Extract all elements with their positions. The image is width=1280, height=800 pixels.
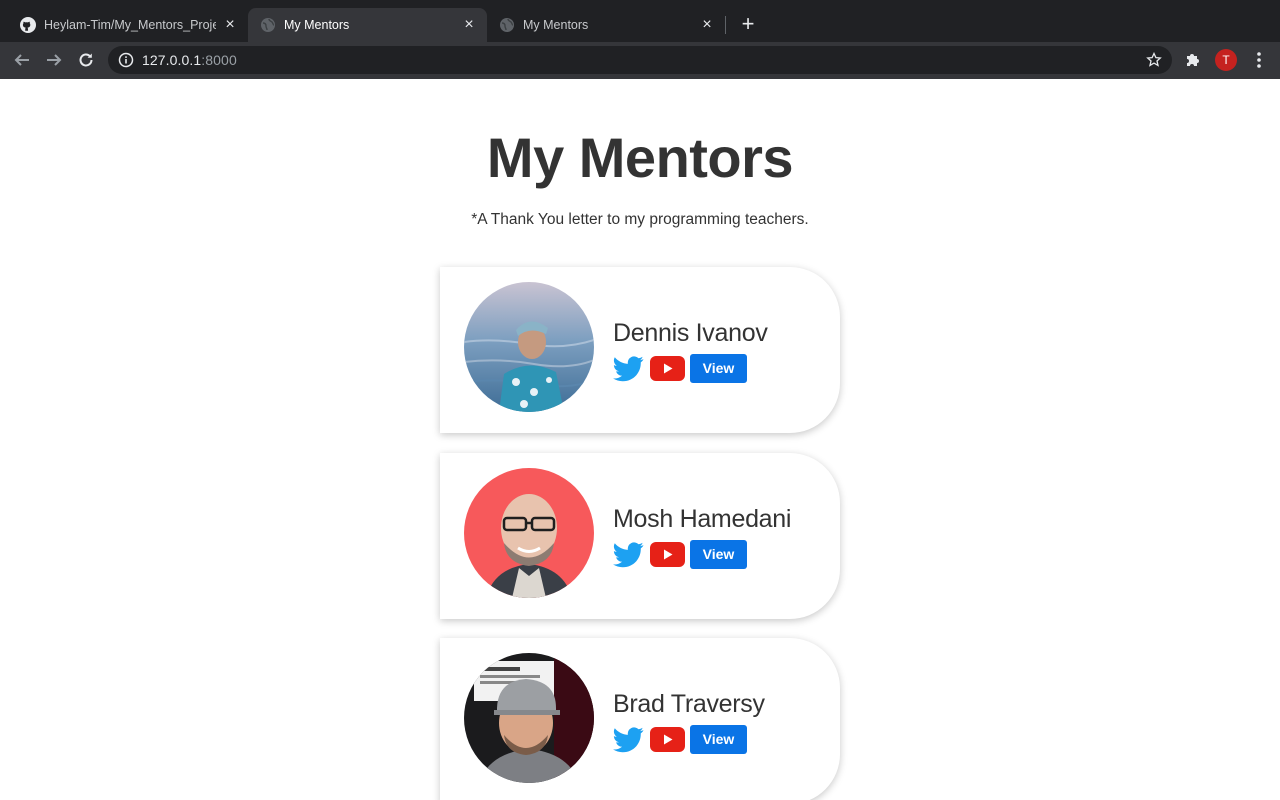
twitter-icon[interactable] [613, 355, 644, 383]
page-subtitle: *A Thank You letter to my programming te… [471, 211, 809, 228]
tab-title: My Mentors [523, 18, 589, 32]
twitter-icon[interactable] [613, 541, 644, 569]
mentor-photo [464, 282, 594, 412]
close-icon[interactable]: × [461, 17, 477, 33]
browser-toolbar: 127.0.0.1:8000 T [0, 42, 1280, 79]
tab-title: My Mentors [284, 18, 350, 32]
mentor-photo [464, 653, 594, 783]
close-icon[interactable]: × [222, 17, 238, 33]
youtube-icon[interactable] [650, 542, 685, 567]
page-content: My Mentors *A Thank You letter to my pro… [0, 79, 1280, 800]
mentor-links: View [613, 540, 747, 569]
mentor-photo [464, 468, 594, 598]
page-title: My Mentors [486, 126, 794, 189]
view-button[interactable]: View [690, 725, 747, 754]
back-icon[interactable] [10, 48, 34, 72]
tab-active[interactable]: My Mentors × [248, 8, 487, 42]
globe-icon [260, 17, 276, 33]
mentor-card: Dennis Ivanov View [440, 267, 840, 433]
view-button[interactable]: View [690, 540, 747, 569]
mentor-links: View [613, 725, 747, 754]
url-host: 127.0.0.1 [142, 52, 202, 68]
youtube-icon[interactable] [650, 356, 685, 381]
mentor-name: Brad Traversy [613, 690, 765, 718]
globe-icon [499, 17, 515, 33]
twitter-icon[interactable] [613, 726, 644, 754]
tab-inactive[interactable]: My Mentors × [487, 8, 725, 42]
profile-avatar[interactable]: T [1215, 49, 1237, 71]
mentor-card: Mosh Hamedani View [440, 453, 840, 619]
forward-icon[interactable] [42, 48, 66, 72]
youtube-icon[interactable] [650, 727, 685, 752]
url-port: :8000 [201, 52, 237, 68]
url-text: 127.0.0.1:8000 [142, 52, 237, 68]
extensions-puzzle-icon[interactable] [1184, 51, 1202, 69]
mentor-name: Dennis Ivanov [613, 319, 768, 347]
github-icon [20, 17, 36, 33]
address-bar[interactable]: 127.0.0.1:8000 [108, 46, 1172, 74]
reload-icon[interactable] [74, 48, 98, 72]
bookmark-star-icon[interactable] [1146, 51, 1162, 68]
tab-github[interactable]: Heylam-Tim/My_Mentors_Proje × [8, 8, 248, 42]
tab-strip: Heylam-Tim/My_Mentors_Proje × My Mentors… [0, 0, 1280, 42]
close-icon[interactable]: × [699, 17, 715, 33]
tab-title: Heylam-Tim/My_Mentors_Proje [44, 18, 216, 32]
info-icon[interactable] [118, 52, 134, 68]
tab-divider [725, 16, 726, 34]
mentor-name: Mosh Hamedani [613, 505, 792, 533]
more-menu-icon[interactable] [1251, 50, 1267, 70]
mentor-card: Brad Traversy View [440, 638, 840, 800]
new-tab-button[interactable]: + [736, 12, 760, 36]
view-button[interactable]: View [690, 354, 747, 383]
mentor-links: View [613, 354, 747, 383]
